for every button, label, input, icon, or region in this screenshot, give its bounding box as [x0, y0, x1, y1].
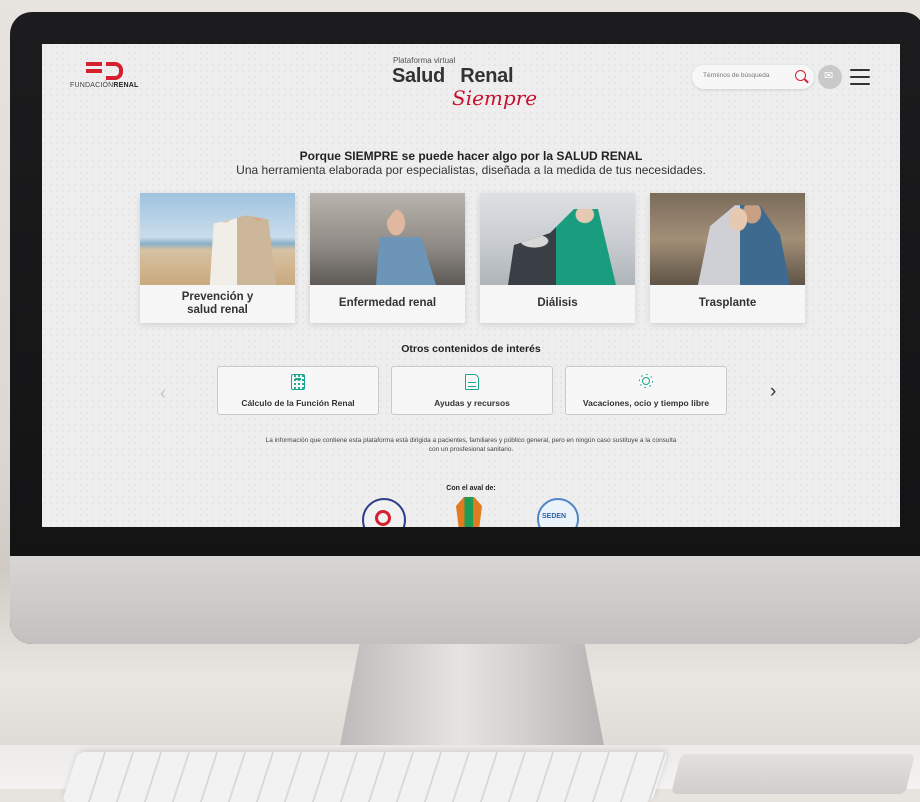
- fundacion-renal-logo[interactable]: FUNDACIÓNRENAL: [70, 62, 148, 89]
- menu-icon[interactable]: [850, 69, 870, 90]
- hero-title: Porque SIEMPRE se puede hacer algo por l…: [299, 149, 643, 163]
- card-image-man-thinking: [310, 193, 465, 285]
- brand-script: Siempre: [452, 86, 538, 110]
- calculator-icon: [291, 374, 305, 390]
- card-label: Enfermedad renal: [338, 297, 437, 310]
- card-dialisis[interactable]: Diálisis: [480, 193, 635, 323]
- carousel-next-icon[interactable]: ›: [770, 381, 776, 403]
- endorsement-title: Con el aval de:: [446, 485, 496, 492]
- monitor-stand: [338, 644, 606, 756]
- other-content-carousel: Cálculo de la Función Renal Ayudas y rec…: [217, 366, 727, 415]
- card-label: Prevención y salud renal: [181, 290, 254, 316]
- screen: FUNDACIÓNRENAL Plataforma virtual Salud …: [42, 44, 900, 527]
- sun-icon: [642, 377, 650, 385]
- hero-subtitle: Una herramienta elaborada por especialis…: [236, 163, 706, 177]
- endorsement-family-icon[interactable]: [456, 497, 482, 527]
- other-content-title: Otros contenidos de interés: [401, 343, 541, 355]
- search-placeholder: Términos de búsqueda: [703, 72, 770, 79]
- carousel-prev-icon[interactable]: ‹: [160, 383, 166, 404]
- link-label: Vacaciones, ocio y tiempo libre: [582, 398, 710, 408]
- link-vacaciones-ocio[interactable]: Vacaciones, ocio y tiempo libre: [565, 366, 727, 415]
- mail-icon[interactable]: [818, 65, 842, 89]
- seden-seal-icon[interactable]: SEDEN: [537, 498, 579, 527]
- card-image-embrace: [650, 193, 805, 285]
- link-label: Ayudas y recursos: [434, 398, 510, 408]
- card-enfermedad[interactable]: Enfermedad renal: [310, 193, 465, 323]
- brand-name: Salud Renal: [392, 65, 514, 87]
- logo-mark-icon: [86, 62, 148, 80]
- logo-text: FUNDACIÓNRENAL: [70, 82, 139, 89]
- card-trasplante[interactable]: Trasplante: [650, 193, 805, 323]
- document-icon: [465, 374, 479, 390]
- keyboard: [61, 752, 669, 802]
- disclaimer-text: La información que contiene esta platafo…: [265, 437, 677, 453]
- card-prevencion[interactable]: Prevención y salud renal: [140, 193, 295, 323]
- link-calculo-funcion-renal[interactable]: Cálculo de la Función Renal: [217, 366, 379, 415]
- section-cards: Prevención y salud renal Enfermedad rena…: [140, 193, 805, 323]
- card-image-dialysis: [480, 193, 635, 285]
- brand-subtitle: Plataforma virtual: [393, 56, 456, 65]
- link-label: Cálculo de la Función Renal: [241, 398, 355, 408]
- brand-title[interactable]: Plataforma virtual Salud Renal Siempre: [382, 56, 562, 110]
- search-icon[interactable]: [795, 70, 806, 81]
- monitor-chin: [10, 556, 920, 644]
- endorsement-seal-icon[interactable]: [362, 498, 406, 527]
- card-image-couple-beach: [140, 193, 295, 285]
- card-label: Diálisis: [537, 297, 578, 310]
- link-ayudas-recursos[interactable]: Ayudas y recursos: [391, 366, 553, 415]
- trackpad: [671, 754, 915, 794]
- search-input[interactable]: Términos de búsqueda: [692, 65, 814, 89]
- card-label: Trasplante: [698, 297, 757, 310]
